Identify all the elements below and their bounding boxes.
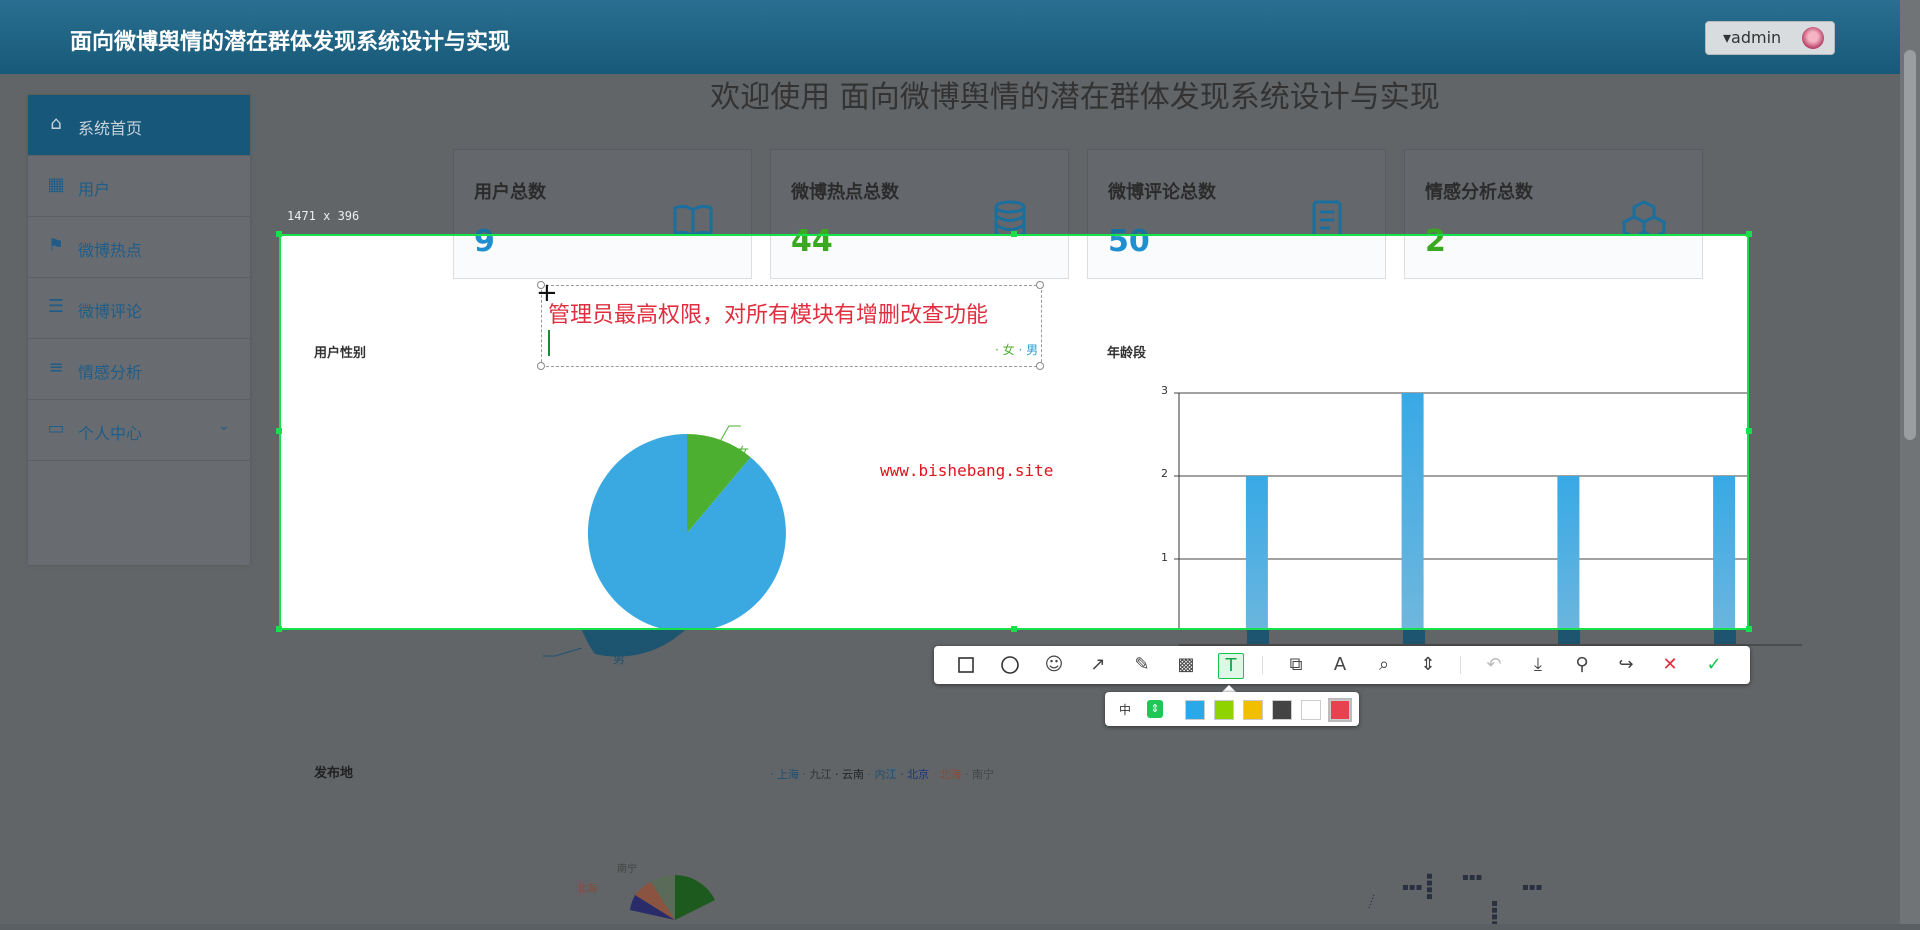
color-swatch-yellow[interactable] — [1243, 700, 1263, 720]
sliders-icon: ☰ — [47, 296, 65, 317]
text-box-handle[interactable] — [1036, 362, 1044, 370]
location-pie — [630, 875, 715, 920]
svg-text:▪▪▪: ▪▪▪ — [1462, 872, 1482, 883]
color-swatch-blue[interactable] — [1185, 700, 1205, 720]
resize-handle[interactable] — [1746, 428, 1752, 434]
ocr-icon[interactable]: A — [1328, 653, 1352, 677]
toolbar-divider — [1262, 656, 1263, 674]
user-menu-label: ▾admin — [1723, 28, 1782, 47]
username: admin — [1731, 28, 1782, 47]
ellipse-icon[interactable] — [998, 653, 1022, 677]
emoji-icon[interactable]: ☺ — [1042, 653, 1066, 677]
pie-label: 北海 — [577, 884, 597, 895]
legend-item[interactable]: 上海 — [777, 768, 799, 781]
color-swatch-white[interactable] — [1301, 700, 1321, 720]
sidebar-item-sentiment[interactable]: ≡ 情感分析 — [28, 339, 250, 400]
location-panel: 发布地 · 上海 · 九江 · 云南 · 内江 · 北京 · 北海 · 南宁 南… — [295, 730, 1065, 924]
undo-icon[interactable]: ↶ — [1482, 653, 1506, 677]
font-size-label: 中 — [1119, 703, 1132, 717]
svg-text:▪▪▪▪: ▪▪▪▪ — [1424, 873, 1435, 900]
sidebar: ⌂ 系统首页 ▦ 用户 ⚑ 微博热点 ☰ 微博评论 ≡ 情感分析 ▭ 个人中心 … — [28, 95, 250, 565]
share-icon[interactable]: ↪ — [1614, 653, 1638, 677]
app-title: 面向微博舆情的潜在群体发现系统设计与实现 — [70, 30, 511, 55]
legend-item[interactable]: 云南 — [842, 768, 864, 781]
svg-text:·····: ····· — [1364, 892, 1380, 911]
sidebar-item-label: 个人中心 — [78, 424, 143, 443]
svg-text:▪▪▪: ▪▪▪ — [1402, 882, 1422, 893]
location-legend: · 上海 · 九江 · 云南 · 内江 · 北京 · 北海 · 南宁 — [770, 768, 994, 781]
confirm-icon[interactable]: ✓ — [1702, 653, 1726, 677]
wordcloud-panel: ····· ▪▪▪ ▪▪▪▪ ▪▪▪ ▪▪▪▪ ▪▪▪ — [1072, 730, 1862, 924]
subbar-pointer — [1222, 685, 1236, 692]
text-box-handle[interactable] — [537, 362, 545, 370]
svg-text:▪▪▪: ▪▪▪ — [1522, 882, 1542, 893]
stat-title: 微博评论总数 — [1108, 182, 1216, 203]
pin-image-icon[interactable]: ⧉ — [1284, 653, 1308, 677]
sidebar-item-label: 微博评论 — [78, 302, 143, 321]
resize-handle[interactable] — [1746, 626, 1752, 632]
legend-item[interactable]: 内江 — [875, 768, 897, 781]
pin-icon[interactable]: ⚲ — [1570, 653, 1594, 677]
sidebar-item-label: 用户 — [78, 180, 111, 199]
resize-handle[interactable] — [1011, 231, 1017, 237]
svg-text:▪▪▪▪: ▪▪▪▪ — [1489, 900, 1500, 924]
legend-item[interactable]: 九江 — [810, 768, 832, 781]
color-swatch-dark-gray[interactable] — [1272, 700, 1292, 720]
save-icon[interactable]: ⤓ — [1526, 653, 1550, 677]
location-chart-title: 发布地 — [314, 766, 354, 781]
stat-title: 情感分析总数 — [1425, 182, 1533, 203]
pencil-icon[interactable]: ✎ — [1130, 653, 1154, 677]
rectangle-icon[interactable] — [954, 653, 978, 677]
user-menu-button[interactable]: ▾admin — [1705, 21, 1835, 55]
arrow-icon[interactable]: ↗ — [1086, 653, 1110, 677]
resize-handle[interactable] — [276, 231, 282, 237]
pie-label-male: 男 — [613, 652, 626, 666]
resize-handle[interactable] — [1011, 626, 1017, 632]
color-swatch-green[interactable] — [1214, 700, 1234, 720]
sidebar-item-profile[interactable]: ▭ 个人中心 ⌄ — [28, 400, 250, 461]
sidebar-item-label: 系统首页 — [78, 119, 143, 138]
resize-handle[interactable] — [276, 626, 282, 632]
flag-icon: ⚑ — [47, 235, 65, 256]
crosshair-cursor-icon: + — [536, 278, 558, 308]
legend-item[interactable]: 北京 — [907, 768, 929, 781]
pie-label: 南宁 — [617, 864, 637, 875]
avatar — [1802, 27, 1824, 49]
text-icon[interactable]: T — [1218, 653, 1244, 679]
stat-title: 用户总数 — [474, 182, 546, 203]
grid-icon: ▦ — [47, 174, 65, 195]
text-caret — [548, 330, 550, 356]
cancel-icon[interactable]: ✕ — [1658, 653, 1682, 677]
sidebar-item-weibo-hot[interactable]: ⚑ 微博热点 — [28, 217, 250, 278]
text-box-handle[interactable] — [1036, 281, 1044, 289]
welcome-heading: 欢迎使用 面向微博舆情的潜在群体发现系统设计与实现 — [710, 80, 1440, 115]
list-icon: ≡ — [48, 357, 64, 378]
selection-size-label: 1471 x 396 — [287, 209, 360, 223]
sidebar-item-label: 微博热点 — [78, 241, 143, 260]
mosaic-icon[interactable]: ▩ — [1174, 653, 1198, 677]
chevron-down-icon: ⌄ — [218, 418, 230, 434]
home-icon: ⌂ — [50, 113, 62, 134]
scroll-capture-icon[interactable]: ⇕ — [1416, 653, 1440, 677]
color-swatch-red[interactable] — [1328, 698, 1352, 722]
sidebar-item-users[interactable]: ▦ 用户 — [28, 156, 250, 217]
resize-handle[interactable] — [1746, 231, 1752, 237]
legend-item[interactable]: 南宁 — [972, 768, 994, 781]
card-icon: ▭ — [47, 418, 65, 439]
legend-item[interactable]: 北海 — [940, 768, 962, 781]
sidebar-item-weibo-comments[interactable]: ☰ 微博评论 — [28, 278, 250, 339]
toolbar-divider — [1460, 656, 1461, 674]
text-style-toolbar: 中 ⇕ — [1105, 692, 1359, 726]
watermark: www.bishebang.site — [880, 461, 1054, 480]
zoom-icon[interactable]: ⌕ — [1372, 653, 1396, 677]
sidebar-item-label: 情感分析 — [78, 363, 143, 382]
annotation-toolbar: ☺ ↗ ✎ ▩ T ⧉ A ⌕ ⇕ ↶ ⤓ ⚲ ↪ ✕ ✓ — [934, 646, 1750, 684]
font-size-stepper[interactable]: ⇕ — [1147, 700, 1163, 718]
word-cloud: ····· ▪▪▪ ▪▪▪▪ ▪▪▪ ▪▪▪▪ ▪▪▪ — [1364, 872, 1542, 924]
stat-title: 微博热点总数 — [791, 182, 899, 203]
resize-handle[interactable] — [276, 428, 282, 434]
annotation-text[interactable]: 管理员最高权限，对所有模块有增删改查功能 — [548, 297, 988, 329]
